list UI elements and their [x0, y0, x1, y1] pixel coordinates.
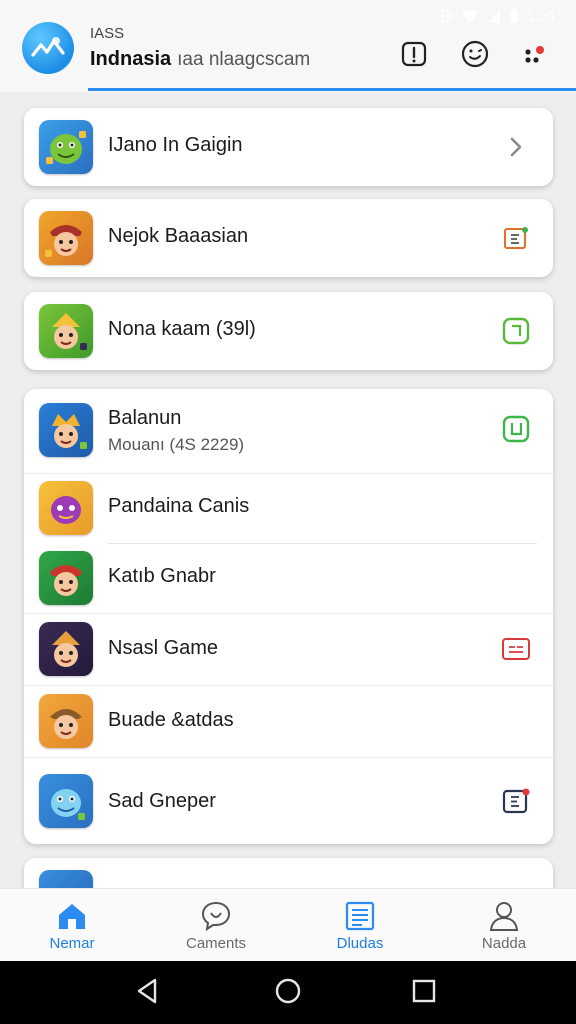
status-bar: 1:20 [437, 6, 554, 26]
app-logo[interactable] [22, 22, 74, 74]
list-item[interactable]: Balanun Mouanı (4S 2229) [24, 389, 553, 473]
nav-item-news[interactable]: Dludas [288, 889, 432, 962]
game-icon [39, 694, 93, 748]
list-card-group: Balanun Mouanı (4S 2229) Pandaina Canis … [24, 389, 553, 844]
notification-orange-icon[interactable] [501, 223, 531, 253]
game-icon [39, 774, 93, 828]
game-icon [39, 403, 93, 457]
list-item-label: Nsasl Game [108, 637, 219, 659]
header-small-text: IASS [90, 25, 125, 42]
more-menu-button[interactable] [517, 38, 553, 74]
list-card: IJano In Gaigin [24, 108, 553, 186]
list-item[interactable]: Katıb Gnabr [24, 543, 553, 613]
nav-item-home[interactable]: Nemar [0, 889, 144, 962]
list-item-label: Pandaina Canis [108, 495, 250, 517]
game-icon [39, 622, 93, 676]
list-item[interactable]: Pandaina Canis [24, 473, 553, 543]
game-icon [39, 211, 93, 265]
title-text: Indnasia [90, 48, 172, 70]
nav-item-profile[interactable]: Nadda [432, 889, 576, 962]
list-item-label: IJano In Gaigin [108, 134, 243, 156]
nav-label: Dludas [336, 935, 384, 952]
back-button[interactable] [128, 973, 168, 1013]
subtitle-text: ıaa nlaagcscam [177, 49, 311, 70]
nav-item-comments[interactable]: Caments [144, 889, 288, 962]
list-item-sublabel: Mouanı (4S 2229) [108, 435, 245, 454]
home-button[interactable] [268, 973, 308, 1013]
header-accent-line [88, 88, 576, 91]
square-green-icon[interactable] [501, 414, 531, 444]
signal-icon [487, 8, 501, 24]
alert-button[interactable] [396, 38, 432, 74]
nav-label: Caments [185, 935, 247, 952]
chat-bubble-icon [199, 899, 233, 933]
battery-icon [509, 8, 519, 24]
list-item-label: Balanun [108, 407, 182, 429]
chevron-right-icon[interactable] [501, 132, 531, 162]
more-dots-icon [520, 39, 550, 74]
person-icon [487, 899, 521, 933]
nav-label: Nemar [49, 935, 95, 952]
badge-navy-icon[interactable] [501, 786, 531, 816]
page-title: Indnasia ıaa nlaagcscam [90, 48, 310, 71]
game-icon [39, 481, 93, 535]
vibrate-icon [437, 8, 453, 24]
game-icon [39, 551, 93, 605]
back-triangle-icon [135, 977, 161, 1010]
message-red-icon[interactable] [501, 634, 531, 664]
game-icon [39, 120, 93, 174]
recents-square-icon [411, 978, 437, 1009]
list-card: Nona kaam (39l) [24, 292, 553, 370]
list-item[interactable]: Sad Gneper [24, 757, 553, 844]
square-green-icon[interactable] [501, 316, 531, 346]
home-circle-icon [274, 977, 302, 1010]
recents-button[interactable] [404, 973, 444, 1013]
home-icon [55, 899, 89, 933]
nav-label: Nadda [481, 935, 527, 952]
list-item-label: Sad Gneper [108, 790, 216, 812]
list-item-label: Nona kaam (39l) [108, 318, 256, 340]
wifi-icon [461, 8, 479, 24]
list-item[interactable]: Nsasl Game [24, 613, 553, 685]
list-item[interactable]: IJano In Gaigin [24, 108, 553, 186]
list-item-label: Nejok Baaasian [108, 225, 249, 247]
alert-icon [400, 40, 428, 73]
list-item[interactable]: Nejok Baaasian [24, 199, 553, 277]
smile-icon [460, 39, 490, 74]
list-item[interactable]: Nona kaam (39l) [24, 292, 553, 370]
app-header: 1:20 IASS Indnasia ıaa nlaagcscam [0, 0, 576, 92]
list-item[interactable]: Buade &atdas [24, 685, 553, 757]
list-item-label: Katıb Gnabr [108, 565, 216, 587]
clock-text: 1:20 [526, 8, 554, 24]
list-card: Nejok Baaasian [24, 199, 553, 277]
bottom-navigation: Nemar Caments Dludas Nadda [0, 888, 576, 961]
news-list-icon [343, 899, 377, 933]
emoji-button[interactable] [457, 38, 493, 74]
list-item-label: Buade &atdas [108, 709, 234, 731]
system-navigation-bar [0, 961, 576, 1024]
game-icon [39, 304, 93, 358]
